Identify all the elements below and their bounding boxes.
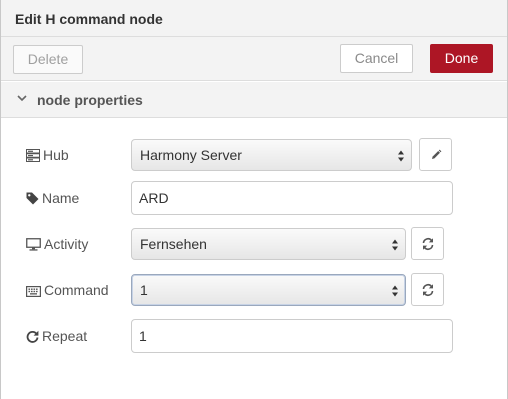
edit-hub-button[interactable] [419,138,452,171]
hub-label-text: Hub [43,147,69,163]
edit-node-tray: Edit H command node Delete Cancel Done n… [0,0,508,399]
chevron-down-icon [17,95,27,102]
keyboard-icon [26,286,41,297]
node-properties-section-header[interactable]: node properties [1,82,507,118]
name-row: Name ARD [1,181,507,215]
select-arrows-icon [398,150,404,162]
command-row: Command 1 [1,273,507,307]
activity-select[interactable]: Fernsehen [131,228,406,260]
repeat-label: Repeat [26,328,87,344]
activity-select-value: Fernsehen [140,236,207,252]
dialog-title: Edit H command node [15,11,163,27]
command-label-text: Command [44,282,109,298]
server-icon [26,149,40,162]
hub-select[interactable]: Harmony Server [131,139,412,171]
name-input[interactable]: ARD [131,181,453,215]
repeat-row: Repeat 1 [1,319,507,353]
refresh-icon [422,284,434,296]
hub-row: Hub Harmony Server [1,138,507,172]
activity-row: Activity Fernsehen [1,227,507,261]
tag-icon [26,192,39,205]
activity-label-text: Activity [44,236,89,252]
select-arrows-icon [392,285,398,297]
hub-select-value: Harmony Server [140,147,242,163]
repeat-icon [26,330,39,343]
done-button[interactable]: Done [430,44,493,73]
command-select-value: 1 [140,282,148,298]
repeat-input[interactable]: 1 [131,319,453,353]
cancel-button[interactable]: Cancel [340,44,413,73]
repeat-label-text: Repeat [42,328,88,344]
hub-label: Hub [26,147,69,163]
pencil-icon [432,149,442,159]
name-label: Name [26,190,79,206]
name-label-text: Name [42,190,80,206]
desktop-icon [26,238,41,251]
activity-label: Activity [26,236,88,252]
tray-toolbar: Delete Cancel Done [1,37,507,81]
section-title: node properties [37,92,143,108]
command-select[interactable]: 1 [131,274,406,306]
select-arrows-icon [392,239,398,251]
tray-header: Edit H command node [1,0,507,37]
delete-button[interactable]: Delete [13,45,83,74]
refresh-activity-button[interactable] [411,227,444,260]
command-label: Command [26,282,109,298]
refresh-command-button[interactable] [411,273,444,306]
refresh-icon [422,238,434,250]
